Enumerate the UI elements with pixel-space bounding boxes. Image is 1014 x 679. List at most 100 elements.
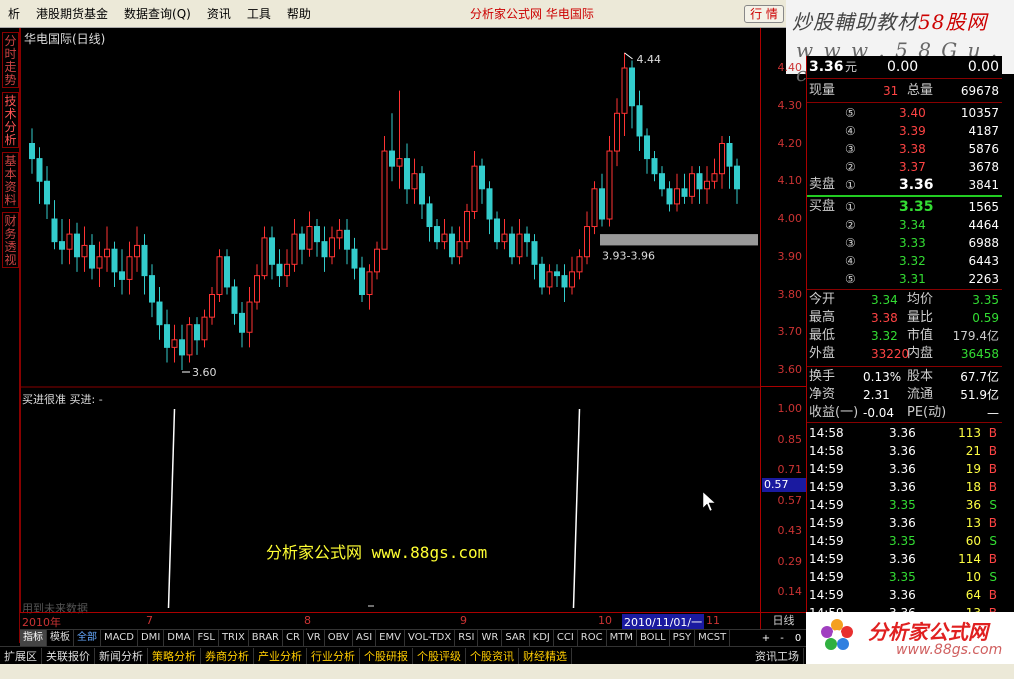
- stat-label: 量比: [907, 310, 934, 325]
- info-tab[interactable]: 策略分析: [148, 647, 201, 664]
- indicator-tab[interactable]: CCI: [554, 630, 578, 646]
- candle-body: [269, 237, 275, 265]
- tick-time: 14:59: [809, 552, 844, 566]
- indicator-tab[interactable]: 指标: [20, 630, 47, 646]
- stat-label: 均价: [907, 292, 934, 307]
- indicator-tab[interactable]: FSL: [194, 630, 219, 646]
- ask-row: 卖盘 ① 3.36 3841: [807, 176, 1003, 194]
- info-tab-bar: 扩展区 关联报价 新闻分析 策略分析 券商分析 产业分析 行业分析 个股研报 个股评级 个股资讯财…: [0, 646, 806, 664]
- x-label-year: 2010年: [22, 616, 61, 629]
- menu-item-news[interactable]: 资讯: [199, 5, 239, 22]
- candle-body: [81, 244, 88, 258]
- indicator-tab[interactable]: BOLL: [637, 630, 670, 646]
- indicator-tab[interactable]: KDJ: [530, 630, 554, 646]
- tick-price: 3.35: [889, 498, 916, 512]
- indicator-tab[interactable]: VOL-TDX: [405, 630, 456, 646]
- tick-side: S: [989, 498, 997, 512]
- candle-body: [441, 233, 448, 243]
- menu-item-data-query[interactable]: 数据查询(Q): [116, 5, 199, 22]
- zoom-controls: + -0: [758, 633, 806, 644]
- info-tab[interactable]: 扩展区: [0, 647, 42, 664]
- indicator-tab[interactable]: OBV: [325, 630, 353, 646]
- period-selector[interactable]: 日线: [760, 612, 806, 629]
- ask-volume: 3841: [968, 178, 999, 192]
- info-tab[interactable]: 个股研报: [360, 647, 413, 664]
- indicator-tab[interactable]: SAR: [502, 630, 530, 646]
- indicator-tab[interactable]: DMA: [164, 630, 195, 646]
- indicator-tab[interactable]: EMV: [376, 630, 405, 646]
- info-tab[interactable]: 新闻分析: [95, 647, 148, 664]
- tick-row: 14:58 3.36 113 B: [807, 424, 1003, 442]
- ask-row: ⑤ 3.40 10357: [807, 104, 1003, 122]
- indicator-tab[interactable]: ROC: [578, 630, 607, 646]
- menu-item-hk-futures[interactable]: 港股期货基金: [28, 5, 116, 22]
- indicator-tab[interactable]: PSY: [670, 630, 696, 646]
- zoom-control-button[interactable]: +: [758, 633, 774, 644]
- menu-item-help[interactable]: 帮助: [279, 5, 319, 22]
- info-tab[interactable]: 个股资讯: [466, 647, 519, 664]
- quote-panel: 3.36 元 0.00 0.00 现量 31 总量 69678 ⑤ 3.40 10357 ④ 3.39 4…: [806, 56, 1003, 628]
- candle-body: [674, 188, 680, 205]
- tick-price: 3.36: [889, 444, 916, 458]
- stat-value: 3.34: [871, 293, 898, 307]
- candle-body: [314, 226, 320, 243]
- menu-item-tools[interactable]: 工具: [239, 5, 279, 22]
- indicator-tab[interactable]: MTM: [607, 630, 637, 646]
- bottom-logo-title: 分析家公式网: [868, 620, 988, 644]
- bid-price: 3.32: [899, 254, 926, 268]
- candle-body: [321, 241, 328, 258]
- price-chart-svg[interactable]: 4.44 3.60 3.93-3.96: [20, 28, 760, 612]
- candle-body: [276, 263, 283, 277]
- info-tab[interactable]: 券商分析: [201, 647, 254, 664]
- price-tick: 4.00: [777, 212, 803, 225]
- indicator-tab[interactable]: RSI: [455, 630, 479, 646]
- tab-fundamentals[interactable]: 基本资料: [2, 152, 19, 208]
- tab-financials[interactable]: 财务透视: [2, 212, 19, 268]
- info-tab[interactable]: 财经精选: [519, 647, 572, 664]
- panel-divider: [807, 366, 1003, 367]
- site-logo-bottom: 分析家公式网 www.88gs.com: [806, 612, 1014, 664]
- menu-item-analysis[interactable]: 析: [0, 5, 28, 22]
- tick-volume: 114: [958, 552, 981, 566]
- low-label: 3.60: [192, 366, 217, 379]
- indicator-tab[interactable]: DMI: [138, 630, 165, 646]
- tab-intraday[interactable]: 分时走势: [2, 32, 19, 88]
- bid-volume: 6443: [968, 254, 999, 268]
- indicator-tab[interactable]: MACD: [101, 630, 138, 646]
- info-tab-right[interactable]: 资讯工场: [751, 647, 804, 664]
- box-label: 3.93-3.96: [602, 249, 655, 262]
- tick-time: 14:59: [809, 588, 844, 602]
- candle-body: [531, 241, 538, 265]
- indicator-tab[interactable]: ASI: [353, 630, 377, 646]
- indicator-tab[interactable]: CR: [283, 630, 304, 646]
- indicator-tab[interactable]: MCST: [695, 630, 731, 646]
- quote-button[interactable]: 行 情: [744, 5, 784, 23]
- tab-technical[interactable]: 技术分析: [2, 92, 19, 148]
- indicator-tab[interactable]: VR: [304, 630, 325, 646]
- zoom-control-button[interactable]: -: [774, 633, 790, 644]
- price-unit: 元: [845, 60, 858, 74]
- indicator-tab[interactable]: TRIX: [219, 630, 249, 646]
- panel-divider: [807, 102, 1003, 103]
- info-tab[interactable]: 行业分析: [307, 647, 360, 664]
- zoom-control-button[interactable]: 0: [790, 633, 806, 644]
- candle-body: [636, 105, 643, 137]
- fund-label: 流通: [907, 387, 934, 402]
- candle-body: [704, 180, 710, 190]
- indicator-tab[interactable]: BRAR: [249, 630, 283, 646]
- indicator-tab[interactable]: WR: [478, 630, 503, 646]
- candle-body: [344, 229, 350, 250]
- indicator-tab[interactable]: 模板: [47, 630, 74, 646]
- fund-label: PE(动): [907, 405, 947, 420]
- info-tab[interactable]: 关联报价: [42, 647, 95, 664]
- ask-volume: 5876: [968, 142, 999, 156]
- candle-body: [179, 339, 185, 356]
- ask-volume: 4187: [968, 124, 999, 138]
- info-tab[interactable]: 产业分析: [254, 647, 307, 664]
- fund-label: 收益(一): [809, 405, 859, 420]
- indicator-tab[interactable]: 全部: [74, 630, 101, 646]
- info-tab[interactable]: 个股评级: [413, 647, 466, 664]
- ask-level: ④: [845, 124, 856, 138]
- quote-panel-scroll[interactable]: [1002, 74, 1014, 612]
- ask-price: 3.39: [899, 124, 926, 138]
